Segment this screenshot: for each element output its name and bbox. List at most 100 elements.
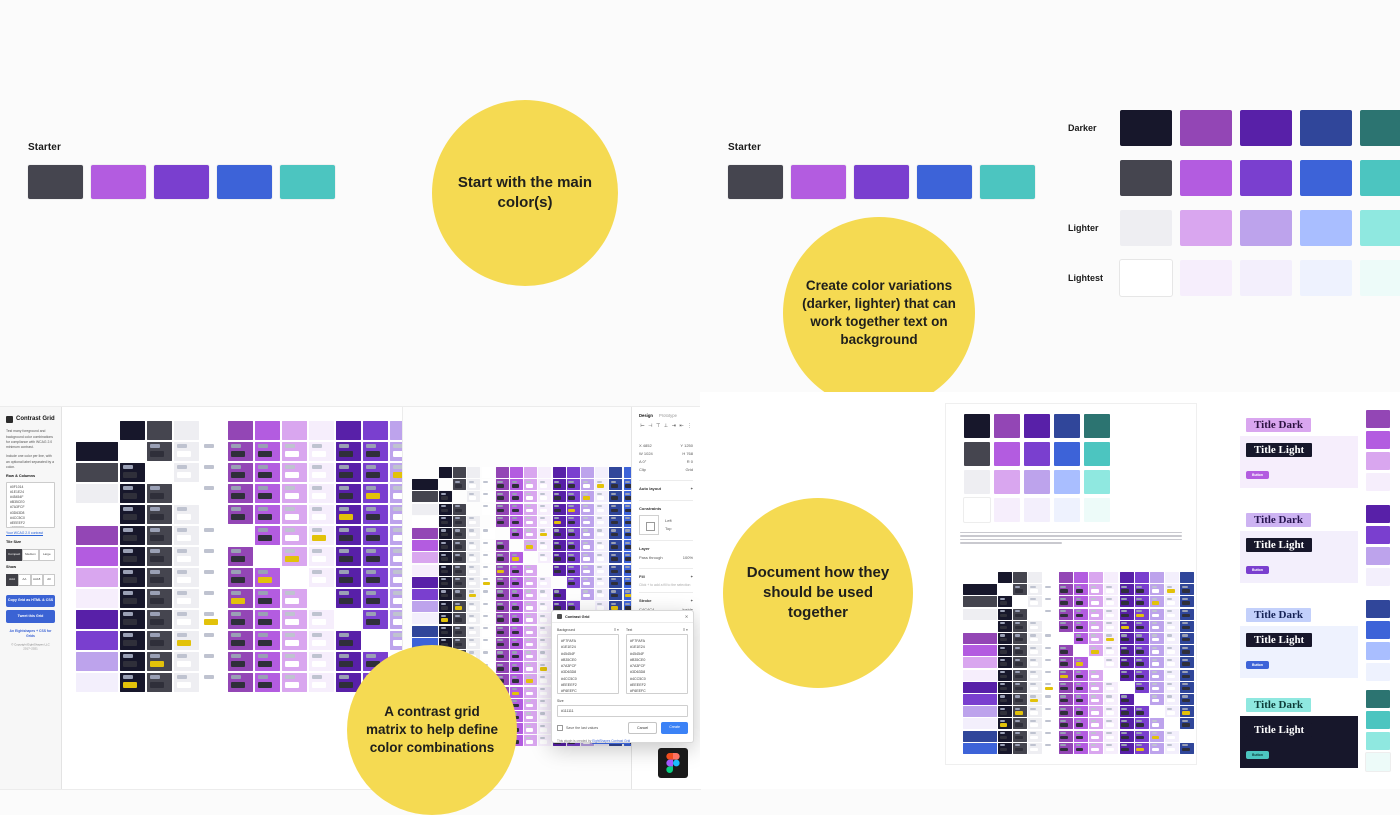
tile-size-segmented[interactable]: Compact Medium Large (6, 549, 55, 562)
autolayout-add-icon[interactable]: + (691, 486, 693, 491)
layout-row-1[interactable]: W 1024 H 768 (639, 451, 693, 456)
cancel-button[interactable]: Cancel (628, 722, 658, 734)
text-tools-icon[interactable]: ⠿ ≡ (683, 628, 688, 632)
show-option-aaa[interactable]: AAA (6, 573, 19, 586)
contrast-label-chip (1075, 683, 1082, 686)
card-button[interactable]: Button (1246, 471, 1269, 479)
tile-size-option-medium[interactable]: Medium (22, 549, 39, 562)
layout-rows[interactable]: X 4852 Y 1250 W 1024 H 768 A 0° R 0 Clip Grid (639, 443, 693, 472)
background-color-list[interactable]: #F7FAFA #1E1E24 #45454F #B35CE0 #7A3FCF #3D63… (557, 634, 619, 694)
contrast-label-chip (366, 528, 376, 533)
contrast-ratio-chip (596, 545, 604, 549)
grid-cell (481, 479, 495, 491)
contrast-label-chip (1151, 634, 1158, 637)
layer-blend-mode[interactable]: Pass through (639, 555, 663, 560)
background-color-item[interactable]: #F6EEFC (561, 688, 615, 693)
figma-panel-tabs[interactable]: Design Prototype (639, 413, 693, 418)
layer-opacity[interactable]: 100% (683, 555, 693, 560)
layout-row-0[interactable]: X 4852 Y 1250 (639, 443, 693, 448)
align-top-icon[interactable]: ⊥ (662, 422, 669, 429)
contrast-ratio-chip (497, 569, 505, 574)
text-color-list[interactable]: #F7FAFA #1E1E24 #45454F #B35CE0 #7A3FCF #3D63… (626, 634, 688, 694)
doc-palette-cell-0-4 (1084, 414, 1110, 438)
layout-row-3[interactable]: Clip Grid (639, 467, 693, 472)
tab-prototype[interactable]: Prototype (659, 413, 677, 418)
contrast-label-chip (1136, 731, 1143, 735)
text-color-item[interactable]: #F6EEFC (630, 688, 684, 693)
contrast-ratio-chip (1121, 601, 1129, 605)
contrast-ratio-chip (596, 520, 604, 525)
tab-design[interactable]: Design (639, 413, 653, 418)
grid-row-label (962, 706, 997, 718)
align-bottom-icon[interactable]: ⇤ (678, 422, 685, 429)
starter-swatch-row-left (28, 165, 335, 199)
doc-text-line (960, 542, 1063, 544)
contrast-label-chip (1014, 646, 1021, 649)
grid-cell (1058, 694, 1073, 705)
grid-cell (1058, 681, 1073, 693)
contrast-ratio-chip (554, 545, 562, 549)
close-icon[interactable]: ✕ (685, 614, 688, 619)
grid-row-label (962, 608, 997, 620)
card-button[interactable]: Button (1246, 566, 1269, 574)
show-option-all[interactable]: All (42, 573, 55, 586)
stroke-add-icon[interactable]: + (691, 598, 693, 603)
show-segmented[interactable]: AAA AA AA18 All (6, 573, 55, 586)
contrast-ratio-chip (1030, 589, 1038, 593)
contrast-label-chip (150, 591, 160, 596)
contrast-ratio-chip (497, 557, 505, 561)
contrast-label-chip (1136, 609, 1143, 613)
contrast-ratio-chip (1136, 625, 1145, 630)
align-center-h-icon[interactable]: ⊣ (647, 422, 654, 429)
size-input[interactable]: #111111 (557, 705, 688, 717)
contrast-grid-dialog[interactable]: Contrast Grid ✕ Background ⠿ ≡ #F7FAFA #1E… (551, 610, 694, 743)
card-button[interactable]: Button (1246, 661, 1269, 669)
contrast-label-chip (468, 480, 475, 483)
tweet-grid-button[interactable]: Tweet this Grid (6, 610, 55, 623)
grid-cell (1074, 706, 1088, 718)
card-button[interactable]: Button (1246, 751, 1269, 759)
show-option-aa[interactable]: AA (18, 573, 31, 586)
checkbox-box[interactable] (557, 725, 563, 731)
align-center-v-icon[interactable]: ⇥ (670, 422, 677, 429)
grid-cell (1089, 608, 1104, 620)
create-button[interactable]: Create (661, 722, 688, 734)
example-link[interactable]: Your WCAG 2.0 contrast (6, 531, 55, 536)
tile-size-option-compact[interactable]: Compact (6, 549, 23, 562)
contrast-label-chip (625, 492, 631, 495)
alignment-icon-row[interactable]: ⊢ ⊣ ⊤ ⊥ ⇥ ⇤ ⋮ (639, 422, 693, 429)
contrast-ratio-chip (393, 576, 403, 583)
fill-add-icon[interactable]: + (691, 574, 693, 579)
align-left-icon[interactable]: ⊢ (639, 422, 646, 429)
background-tools-icon[interactable]: ⠿ ≡ (614, 628, 619, 632)
constraint-vertical[interactable]: Top (665, 525, 672, 533)
grid-cell (120, 652, 145, 671)
grid-cell (495, 564, 509, 576)
app-footer-link[interactable]: An Eightshapes + CSS for Grids (6, 629, 55, 640)
contrast-ratio-chip (999, 637, 1008, 642)
constraints-widget[interactable] (639, 515, 659, 535)
copy-grid-button[interactable]: Copy Grid as HTML & CSS (6, 594, 55, 608)
grid-cell (1104, 694, 1119, 705)
figma-autolayout-section[interactable]: Auto layout + (639, 481, 693, 501)
grid-cell (228, 463, 253, 482)
show-option-aa18[interactable]: AA18 (30, 573, 43, 586)
doc-palette-cell-3-3 (1054, 498, 1080, 522)
align-right-icon[interactable]: ⊤ (655, 422, 662, 429)
grid-header-cell (552, 467, 566, 478)
grid-cell (1013, 645, 1028, 657)
tile-size-option-large[interactable]: Large (38, 549, 55, 562)
contrast-ratio-chip (1166, 662, 1175, 666)
constraint-horizontal[interactable]: Left (665, 517, 672, 525)
contrast-ratio-chip (1121, 637, 1129, 642)
contrast-label-chip (999, 670, 1006, 674)
colors-textarea[interactable]: #0F1014 #1E1E24 #45454F #B35CE0 #7A3FCF … (6, 482, 55, 529)
grid-cell (309, 484, 334, 503)
distribute-icon[interactable]: ⋮ (686, 422, 693, 429)
layout-row-2[interactable]: A 0° R 0 (639, 459, 693, 464)
dialog-note-link[interactable]: EightShapes Contrast Grid (592, 739, 630, 743)
card-swatches (1366, 410, 1390, 491)
contrast-label-chip (539, 712, 546, 715)
save-values-checkbox[interactable]: Save the last values (557, 725, 598, 731)
grid-cell (1134, 681, 1149, 693)
